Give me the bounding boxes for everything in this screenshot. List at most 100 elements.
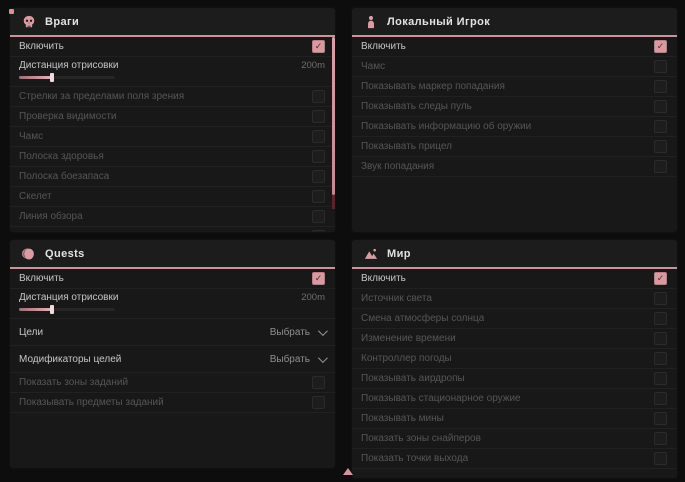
checkbox[interactable]	[312, 230, 325, 232]
setting-row: Источник света	[352, 289, 677, 309]
checkbox[interactable]: ✓	[654, 272, 667, 285]
setting-row: Проверка видимости	[10, 107, 335, 127]
checkbox[interactable]: ✓	[312, 40, 325, 53]
checkbox[interactable]	[654, 412, 667, 425]
setting-row: Показывать прицел	[352, 137, 677, 157]
setting-label: Включить	[19, 273, 64, 284]
checkbox[interactable]	[654, 372, 667, 385]
setting-label: Показывать следы пуль	[361, 101, 472, 112]
setting-row: ЦелиВыбрать	[10, 319, 335, 346]
checkbox[interactable]	[654, 292, 667, 305]
setting-label: Включить	[19, 41, 64, 52]
checkbox[interactable]	[654, 100, 667, 113]
setting-label: Скелет	[19, 191, 52, 202]
skull-icon	[22, 15, 36, 29]
setting-label: Показывать предметы заданий	[19, 397, 164, 408]
setting-label: Модификаторы целей	[19, 354, 121, 365]
setting-row: Изменение времени	[352, 329, 677, 349]
setting-row: Показать зоны заданий	[10, 373, 335, 393]
triangle-pointer	[343, 468, 353, 475]
setting-label: Звук попадания	[361, 161, 434, 172]
setting-row: Полоска боезапаса	[10, 167, 335, 187]
setting-row: Смена атмосферы солнца	[352, 309, 677, 329]
checkbox[interactable]	[654, 352, 667, 365]
dropdown[interactable]: Выбрать	[270, 354, 325, 365]
slider-value: 200m	[301, 292, 325, 303]
checkbox[interactable]	[312, 210, 325, 223]
panel-title: Quests	[45, 248, 85, 260]
quest-circle-icon	[22, 247, 36, 261]
panel-quests-header[interactable]: Quests	[10, 240, 335, 269]
checkbox[interactable]	[654, 60, 667, 73]
setting-row: Дистанция отрисовки200m	[10, 289, 335, 319]
setting-label: Показать точки выхода	[361, 453, 468, 464]
setting-label: Стрелки за пределами поля зрения	[19, 91, 184, 102]
setting-row: Показать зоны снайперов	[352, 429, 677, 449]
slider[interactable]	[19, 308, 115, 311]
setting-row: Линия обзора	[10, 207, 335, 227]
panel-title: Локальный Игрок	[387, 16, 490, 28]
setting-label: Включить	[361, 273, 406, 284]
checkbox[interactable]: ✓	[312, 272, 325, 285]
setting-label: Чамс	[19, 131, 43, 142]
checkbox[interactable]	[654, 120, 667, 133]
chevron-down-icon	[318, 326, 328, 336]
checkbox[interactable]	[654, 160, 667, 173]
cursor-dot	[9, 9, 14, 14]
setting-label: Источник света	[361, 293, 432, 304]
checkbox[interactable]	[654, 312, 667, 325]
setting-row: Модификаторы целей Выбрать	[10, 346, 335, 373]
scrollbar[interactable]	[332, 37, 335, 232]
setting-label: Изменение времени	[361, 333, 456, 344]
panel-enemies: Враги Включить ✓ Дистанция отрисовки200m Ст…	[10, 8, 335, 232]
panel-world: Мир Включить ✓ Источник света Смена атмосфе…	[352, 240, 677, 478]
setting-label: Линия обзора	[19, 211, 83, 222]
setting-row: Показывать предметы заданий	[10, 393, 335, 413]
panel-quests: Quests Включить ✓ Дистанция отрисовки200mЦ…	[10, 240, 335, 468]
checkbox[interactable]: ✓	[654, 40, 667, 53]
panel-title: Враги	[45, 16, 79, 28]
checkbox[interactable]	[654, 80, 667, 93]
checkbox[interactable]	[312, 130, 325, 143]
checkbox[interactable]	[312, 190, 325, 203]
checkbox[interactable]	[312, 110, 325, 123]
checkbox[interactable]	[654, 432, 667, 445]
setting-label: Полоска здоровья	[19, 151, 104, 162]
checkbox[interactable]	[312, 170, 325, 183]
panel-enemies-header[interactable]: Враги	[10, 8, 335, 37]
slider[interactable]	[19, 76, 115, 79]
setting-label: Показывать маркер попадания	[361, 81, 505, 92]
scrollbar-track	[332, 195, 335, 209]
checkbox[interactable]	[312, 150, 325, 163]
panel-local-player-header[interactable]: Локальный Игрок	[352, 8, 677, 37]
setting-row: Чамс	[10, 127, 335, 147]
checkbox[interactable]	[654, 332, 667, 345]
dropdown[interactable]: Выбрать	[270, 327, 325, 338]
chevron-down-icon	[318, 353, 328, 363]
setting-label: Показывать следы пуль	[19, 231, 130, 232]
checkbox[interactable]	[654, 452, 667, 465]
panel-enemies-rows: Включить ✓ Дистанция отрисовки200m Стрелки …	[10, 37, 335, 232]
panel-world-rows: Включить ✓ Источник света Смена атмосферы с…	[352, 269, 677, 469]
panel-local-player: Локальный Игрок Включить✓ЧамсПоказывать …	[352, 8, 677, 232]
setting-label: Показать зоны снайперов	[361, 433, 481, 444]
setting-row: Дистанция отрисовки200m	[10, 57, 335, 87]
panel-world-header[interactable]: Мир	[352, 240, 677, 269]
checkbox[interactable]	[312, 90, 325, 103]
setting-label: Показывать информацию об оружии	[361, 121, 531, 132]
slider-thumb[interactable]	[50, 305, 54, 314]
setting-row: Включить ✓	[352, 269, 677, 289]
setting-row: Включить ✓	[10, 37, 335, 57]
setting-row: Включить✓	[352, 37, 677, 57]
checkbox[interactable]	[312, 376, 325, 389]
panel-title: Мир	[387, 248, 411, 260]
checkbox[interactable]	[654, 392, 667, 405]
setting-label: Показывать прицел	[361, 141, 452, 152]
scrollbar-thumb[interactable]	[332, 37, 335, 195]
checkbox[interactable]	[654, 140, 667, 153]
slider-thumb[interactable]	[50, 73, 54, 82]
setting-label: Контроллер погоды	[361, 353, 452, 364]
setting-row: Контроллер погоды	[352, 349, 677, 369]
checkbox[interactable]	[312, 396, 325, 409]
setting-row: Показывать мины	[352, 409, 677, 429]
